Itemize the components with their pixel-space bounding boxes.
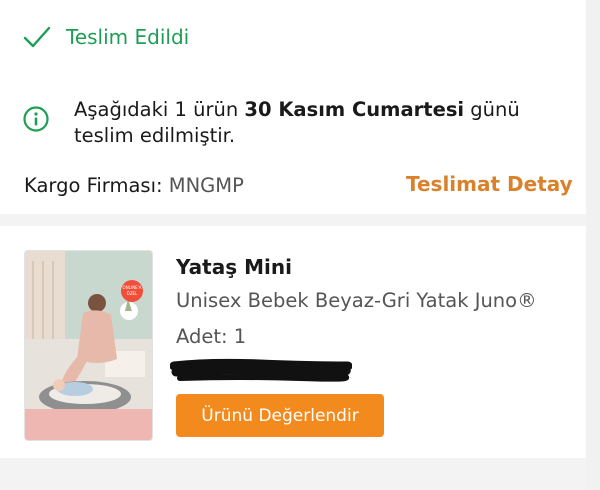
quantity-label: Adet: [176,325,228,348]
scroll-edge [586,0,600,490]
cargo-value: MNGMP [168,174,244,197]
delivery-date: 30 Kasım Cumartesi [244,98,465,121]
badge-line1: ONLINE'A [123,285,142,290]
order-detail-page: Teslim Edildi Aşağıdaki 1 ürün 30 Kasım … [0,0,600,490]
delivery-info-text: Aşağıdaki 1 ürün 30 Kasım Cumartesi günü… [74,97,584,149]
product-quantity: Adet: 1 [176,325,246,348]
info-circle-icon [23,106,49,132]
delivery-detail-link[interactable]: Teslimat Detay [406,172,573,196]
product-brand[interactable]: Yataş Mini [176,255,292,279]
status-label: Teslim Edildi [66,25,190,49]
product-photo: ONLINE'A ÖZEL [25,251,152,440]
delivery-info: Aşağıdaki 1 ürün 30 Kasım Cumartesi günü… [22,97,584,149]
cargo-label: Kargo Firması: [24,174,163,197]
delivery-status: Teslim Edildi [22,22,189,52]
cargo-company: Kargo Firması: MNGMP [24,174,244,197]
quantity-value: 1 [233,325,247,348]
redaction-scribble [170,358,352,382]
info-text-part1: Aşağıdaki 1 ürün [74,98,245,121]
review-product-button[interactable]: Ürünü Değerlendir [176,394,384,437]
product-image[interactable]: ONLINE'A ÖZEL [24,250,153,441]
badge-line2: ÖZEL [127,291,138,296]
checkmark-icon [23,26,51,48]
product-name[interactable]: Unisex Bebek Beyaz-Gri Yatak Juno® [176,289,537,312]
